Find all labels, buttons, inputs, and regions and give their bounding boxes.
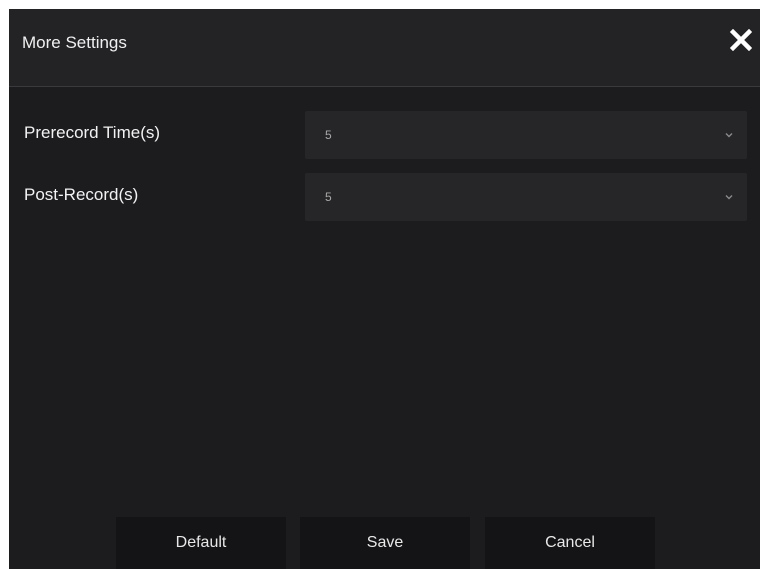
post-record-row: Post-Record(s) 5	[9, 173, 760, 221]
cancel-button[interactable]: Cancel	[485, 517, 655, 569]
prerecord-time-label: Prerecord Time(s)	[24, 123, 161, 142]
close-icon	[730, 29, 752, 51]
post-record-select[interactable]: 5	[305, 173, 747, 221]
post-record-label: Post-Record(s)	[24, 185, 139, 204]
dialog-header: More Settings	[9, 9, 760, 87]
more-settings-dialog: More Settings Prerecord Time(s) 5 Post-R…	[9, 9, 760, 569]
prerecord-time-value: 5	[325, 128, 332, 142]
close-button[interactable]	[726, 25, 756, 55]
chevron-down-icon	[725, 195, 733, 200]
chevron-down-icon	[725, 133, 733, 138]
save-button[interactable]: Save	[300, 517, 470, 569]
prerecord-time-select[interactable]: 5	[305, 111, 747, 159]
post-record-value: 5	[325, 190, 332, 204]
dialog-footer: Default Save Cancel	[9, 517, 760, 569]
dialog-title: More Settings	[22, 33, 127, 52]
default-button[interactable]: Default	[116, 517, 286, 569]
prerecord-time-row: Prerecord Time(s) 5	[9, 111, 760, 159]
